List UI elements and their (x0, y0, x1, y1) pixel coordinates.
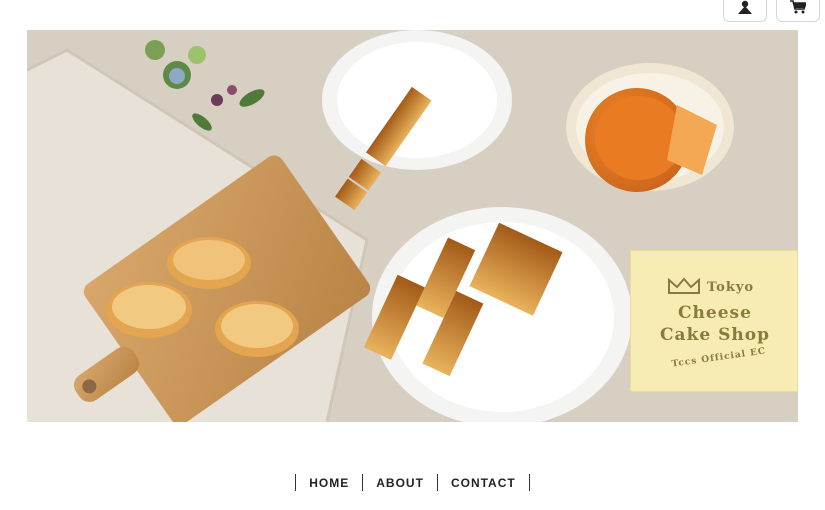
nav-list: HOME ABOUT CONTACT (295, 474, 530, 491)
nav-link-contact[interactable]: CONTACT (451, 476, 516, 490)
cart-button[interactable] (776, 0, 820, 22)
logo-cheese: Cheese (678, 303, 752, 323)
user-button[interactable] (723, 0, 767, 22)
nav-item-about: ABOUT (363, 474, 438, 491)
nav-item-contact: CONTACT (438, 474, 530, 491)
page: Tokyo Cheese Cake Shop Tccs Official EC … (0, 0, 825, 510)
crown-icon (668, 277, 700, 294)
footer-nav: HOME ABOUT CONTACT (0, 474, 825, 491)
user-icon (738, 0, 752, 14)
nav-item-home: HOME (296, 474, 364, 491)
nav-link-home[interactable]: HOME (309, 476, 349, 490)
nav-link-about[interactable]: ABOUT (376, 476, 424, 490)
hero-banner: Tokyo Cheese Cake Shop Tccs Official EC (27, 30, 798, 422)
logo-cake-shop: Cake Shop (660, 325, 770, 345)
logo-tokyo: Tokyo (707, 280, 755, 295)
logo-official-ec: Tccs Official EC (671, 346, 767, 370)
cart-icon (790, 0, 806, 14)
shop-logo-card: Tokyo Cheese Cake Shop Tccs Official EC (630, 250, 798, 392)
